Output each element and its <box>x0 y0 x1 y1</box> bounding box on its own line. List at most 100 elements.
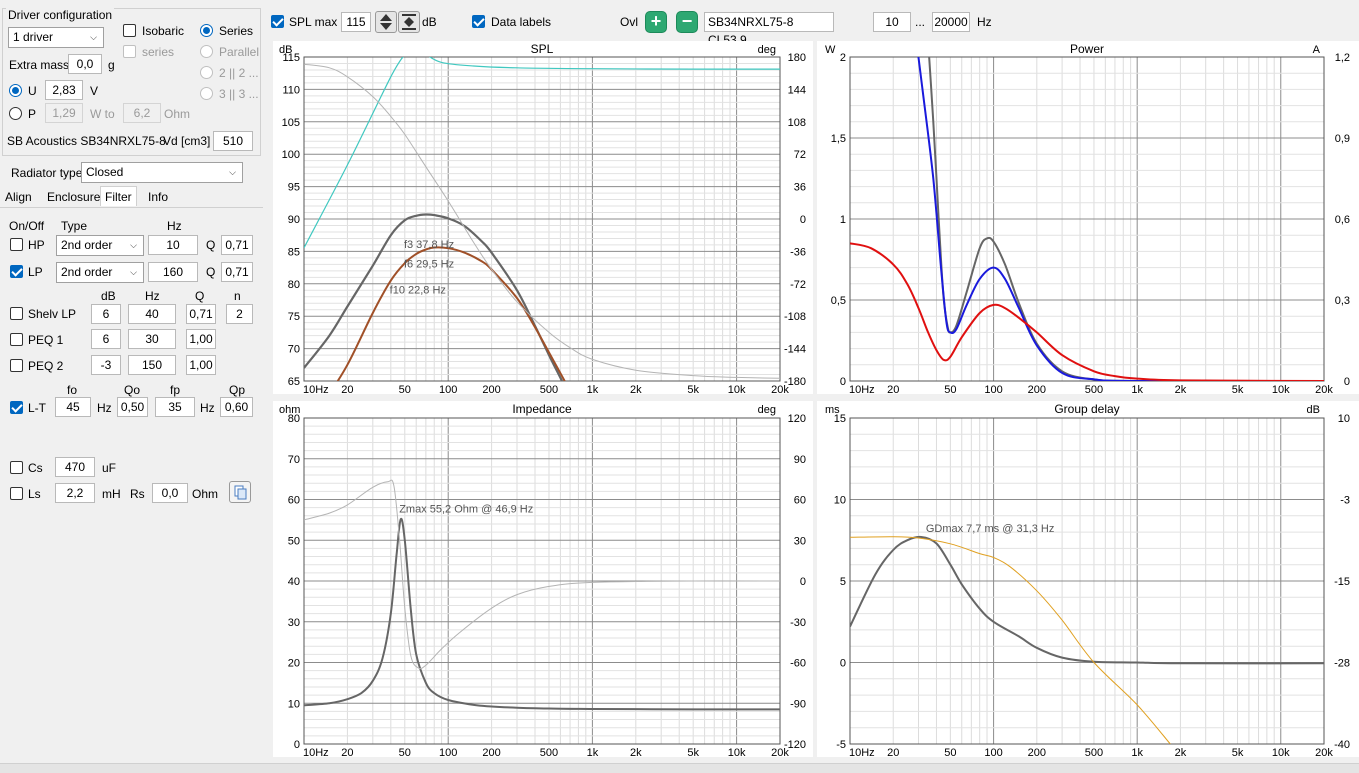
hp-checkbox[interactable] <box>10 238 23 251</box>
lt-checkbox[interactable] <box>10 401 23 414</box>
x-tick-label: 200 <box>1028 747 1046 757</box>
x-tick-label: 10k <box>1272 747 1290 757</box>
x-tick-label: 2k <box>630 747 642 757</box>
p-input[interactable]: 1,29 <box>45 103 83 123</box>
x-tick-label: 20 <box>887 747 899 757</box>
lp-checkbox[interactable] <box>10 265 23 278</box>
peq2-q-input[interactable]: 1,00 <box>186 355 216 375</box>
lp-hz-input[interactable]: 160 <box>148 262 198 282</box>
x-tick-label: 500 <box>540 384 558 394</box>
shelv-n-input[interactable]: 2 <box>226 304 253 324</box>
rs-input[interactable]: 0,0 <box>152 483 188 503</box>
lt-qp-input[interactable]: 0,60 <box>220 397 253 417</box>
ls-input[interactable]: 2,2 <box>55 483 95 503</box>
chart-title: Power <box>1070 42 1104 56</box>
x-tick-label: 50 <box>399 747 411 757</box>
freq-from-input[interactable]: 10 <box>873 12 911 32</box>
peq2-checkbox[interactable] <box>10 359 23 372</box>
peq1-db-input[interactable]: 6 <box>91 329 121 349</box>
driver-name[interactable]: SB Acoustics SB34NRXL75-8 <box>7 134 166 148</box>
y2-tick-label: -90 <box>790 698 806 710</box>
x-tick-label: 10Hz <box>303 747 329 757</box>
spl-fit-button[interactable] <box>398 11 420 33</box>
vd-input[interactable]: 510 <box>213 131 253 151</box>
shelv-hz-input[interactable]: 40 <box>128 304 176 324</box>
u-input[interactable]: 2,83 <box>45 80 83 100</box>
x-tick-label: 200 <box>482 384 500 394</box>
hp-type-select[interactable]: 2nd order ⌵ <box>56 235 144 256</box>
parallel-radio[interactable] <box>200 45 213 58</box>
x-tick-label: 100 <box>984 747 1002 757</box>
y-tick-label: 50 <box>288 535 300 547</box>
y-tick-label: 110 <box>282 84 300 96</box>
u-radio[interactable] <box>9 84 22 97</box>
col-onoff: On/Off <box>9 219 45 233</box>
y2-tick-label: 90 <box>794 454 806 466</box>
y-tick-label: 40 <box>288 576 300 588</box>
opt-2-2-radio[interactable] <box>200 66 213 79</box>
lt-fo-input[interactable]: 45 <box>55 397 91 417</box>
lt-fp-input[interactable]: 35 <box>155 397 195 417</box>
opt-3-3-label: 3 || 3 ... <box>219 87 259 101</box>
col-n: n <box>234 289 241 303</box>
lp-q-input[interactable]: 0,71 <box>221 262 253 282</box>
cs-checkbox[interactable] <box>10 461 23 474</box>
y-tick-label: 90 <box>288 214 300 226</box>
toolbar: SPL max 115 dB Data labels Ovl + − SB34N… <box>263 0 1359 47</box>
shelv-q-input[interactable]: 0,71 <box>186 304 216 324</box>
tab-filter[interactable]: Filter <box>100 186 137 206</box>
tab-align[interactable]: Align <box>5 187 32 207</box>
x-tick-label: 10k <box>1272 384 1290 394</box>
cs-input[interactable]: 470 <box>55 457 95 477</box>
cs-unit: uF <box>102 461 117 475</box>
ovl-label: Ovl <box>620 15 638 29</box>
data-label: f3 37,8 Hz <box>404 239 454 251</box>
y2-tick-label: -144 <box>784 344 806 356</box>
radiator-type-select[interactable]: Closed ⌵ <box>81 162 243 183</box>
extra-mass-input[interactable]: 0,0 <box>68 54 102 74</box>
driver-count-select[interactable]: 1 driver ⌵ <box>8 27 104 48</box>
y-tick-label: 105 <box>282 117 300 129</box>
chevron-down-icon: ⌵ <box>229 167 236 177</box>
lp-type-select[interactable]: 2nd order ⌵ <box>56 262 144 283</box>
hp-hz-input[interactable]: 10 <box>148 235 198 255</box>
series-radio[interactable] <box>200 24 213 37</box>
spl-up-down-button[interactable] <box>375 11 397 33</box>
status-bar <box>0 763 1359 773</box>
hp-q-input[interactable]: 0,71 <box>221 235 253 255</box>
opt-3-3-radio[interactable] <box>200 87 213 100</box>
peq1-q-input[interactable]: 1,00 <box>186 329 216 349</box>
remove-overlay-button[interactable]: − <box>676 11 698 33</box>
y-tick-label: 15 <box>834 413 846 425</box>
x-tick-label: 50 <box>944 747 956 757</box>
x-tick-label: 10Hz <box>849 747 875 757</box>
peq2-db-input[interactable]: -3 <box>91 355 121 375</box>
spl-max-checkbox[interactable] <box>271 15 284 28</box>
lt-label: L-T <box>28 401 46 415</box>
series-sub-checkbox[interactable] <box>123 45 136 58</box>
ls-checkbox[interactable] <box>10 487 23 500</box>
peq1-hz-input[interactable]: 30 <box>128 329 176 349</box>
isobaric-checkbox[interactable] <box>123 24 136 37</box>
peq1-checkbox[interactable] <box>10 333 23 346</box>
y-tick-label: 0,5 <box>831 295 846 307</box>
shelv-db-input[interactable]: 6 <box>91 304 121 324</box>
p-radio[interactable] <box>9 107 22 120</box>
ls-unit: mH <box>102 487 121 501</box>
spl-max-input[interactable]: 115 <box>341 12 371 32</box>
tab-info[interactable]: Info <box>148 187 168 207</box>
data-labels-checkbox[interactable] <box>472 15 485 28</box>
lt-qo-input[interactable]: 0,50 <box>117 397 148 417</box>
overlay-driver-select[interactable]: SB34NRXL75-8 CL53,9 <box>704 12 834 47</box>
copy-button[interactable] <box>229 481 251 503</box>
shelv-checkbox[interactable] <box>10 307 23 320</box>
add-overlay-button[interactable]: + <box>645 11 667 33</box>
tab-enclosure[interactable]: Enclosure <box>47 187 100 207</box>
ohm-input[interactable]: 6,2 <box>123 103 161 123</box>
y-tick-label: 95 <box>288 182 300 194</box>
x-tick-label: 20 <box>887 384 899 394</box>
freq-to-input[interactable]: 20000 <box>932 12 970 32</box>
y2-axis-unit: deg <box>758 404 776 416</box>
lt-fo-label: fo <box>67 383 78 397</box>
peq2-hz-input[interactable]: 150 <box>128 355 176 375</box>
